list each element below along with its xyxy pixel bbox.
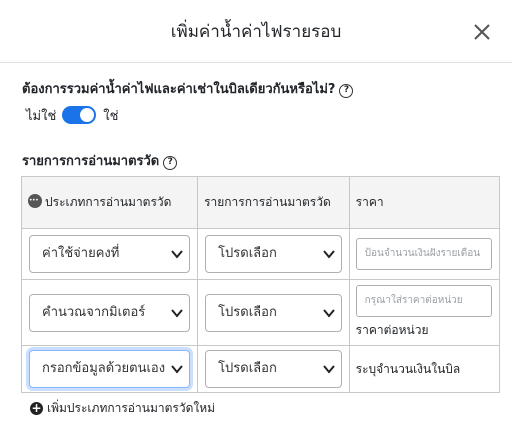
modal-title: เพิ่มค่าน้ำค่าไฟรายรอบ — [170, 22, 342, 42]
combine-bill-toggle[interactable] — [62, 106, 97, 124]
meter-reading-table: ประเภทการอ่านมาตรวัด รายการการอ่านมาตรวั… — [20, 176, 501, 393]
meter-type-select[interactable]: กรอกข้อมูลด้วยตนเอง — [29, 350, 191, 388]
chevron-down-icon — [171, 250, 183, 259]
price-note: ราคาต่อหน่วย — [355, 323, 429, 337]
modal-header: เพิ่มค่าน้ำค่าไฟรายรอบ — [0, 0, 512, 63]
chevron-down-icon — [322, 250, 335, 259]
chat-bubble-icon — [28, 191, 42, 210]
help-icon[interactable]: ? — [339, 84, 354, 98]
price-input[interactable]: กรุณาใส่ราคาต่อหน่วย — [355, 285, 492, 317]
combine-bill-toggle-row: ไม่ใช่ ใช่ — [26, 105, 118, 125]
column-header-type: ประเภทการอ่านมาตรวัด — [20, 176, 199, 229]
plus-circle-icon: + — [30, 401, 43, 415]
meters-section-label: รายการการอ่านมาตรวัด? — [22, 150, 178, 171]
combine-bill-question: ต้องการรวมค่าน้ำค่าไฟและค่าเช่าในบิลเดีย… — [22, 78, 354, 99]
add-meter-type-link[interactable]: + เพิ่มประเภทการอ่านมาตรวัดใหม่ — [30, 399, 215, 418]
meter-item-select[interactable]: โปรดเลือก — [205, 350, 342, 388]
chevron-down-icon — [171, 365, 183, 374]
table-row: คำนวณจากมิเตอร์ โปรดเลือก กรุณาใส่ราคาต่… — [20, 279, 501, 346]
column-header-price: ราคา — [348, 176, 501, 229]
column-header-item: รายการการอ่านมาตรวัด — [197, 176, 350, 229]
meter-type-select[interactable]: ค่าใช้จ่ายคงที่ — [29, 235, 191, 273]
price-input[interactable]: ป้อนจำนวนเงินฝังรายเดือน — [355, 238, 492, 270]
chevron-down-icon — [322, 365, 335, 374]
price-note: ระบุจำนวนเงินในบิล — [355, 361, 461, 376]
meter-item-select[interactable]: โปรดเลือก — [205, 293, 342, 332]
combine-bill-question-text: ต้องการรวมค่าน้ำค่าไฟและค่าเช่าในบิลเดีย… — [22, 82, 336, 97]
help-icon[interactable]: ? — [163, 156, 178, 170]
meter-item-select[interactable]: โปรดเลือก — [205, 235, 342, 273]
chevron-down-icon — [171, 308, 183, 318]
table-row: ค่าใช้จ่ายคงที่ โปรดเลือก ป้อนจำนวนเงินฝ… — [20, 228, 501, 280]
close-icon[interactable] — [471, 21, 493, 43]
table-row: กรอกข้อมูลด้วยตนเอง โปรดเลือก ระบุจำนวนเ… — [20, 345, 501, 393]
toggle-knob — [80, 108, 95, 122]
meters-section-text: รายการการอ่านมาตรวัด — [22, 154, 160, 169]
toggle-off-label: ไม่ใช่ — [26, 108, 57, 124]
add-meter-type-label: เพิ่มประเภทการอ่านมาตรวัดใหม่ — [47, 401, 216, 415]
meter-type-select[interactable]: คำนวณจากมิเตอร์ — [29, 293, 191, 332]
add-utility-modal: เพิ่มค่าน้ำค่าไฟรายรอบ ต้องการรวมค่าน้ำค… — [0, 0, 512, 426]
chevron-down-icon — [322, 308, 335, 318]
toggle-on-label: ใช่ — [103, 108, 119, 124]
